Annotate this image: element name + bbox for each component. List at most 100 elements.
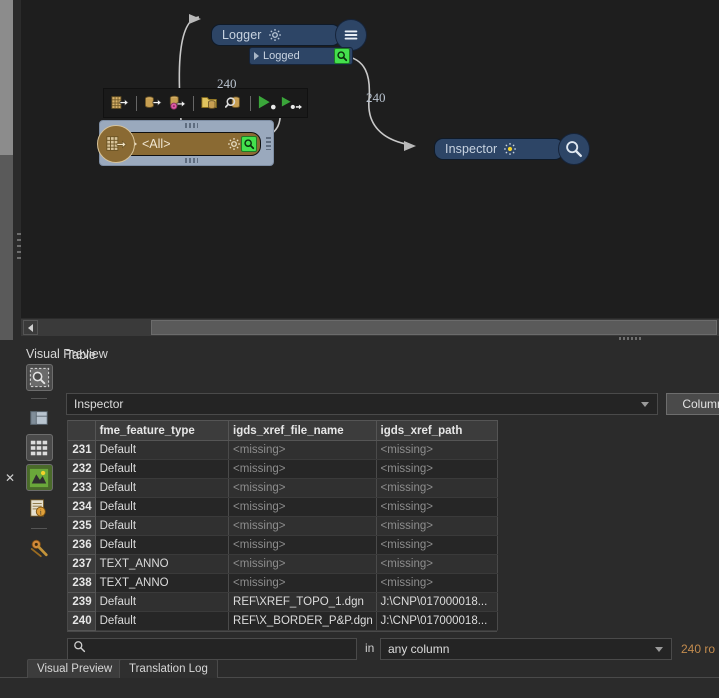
cell-igds-xref-path[interactable]: <missing> xyxy=(376,554,499,574)
table-column-header-1[interactable]: igds_xref_file_name xyxy=(228,420,377,441)
table-row[interactable]: 234 Default <missing> <missing> xyxy=(68,497,499,517)
row-number[interactable]: 236 xyxy=(68,535,96,555)
node-inspector-body[interactable]: Inspector xyxy=(434,138,564,160)
gear-icon[interactable] xyxy=(268,28,282,42)
graphics-view-icon[interactable] xyxy=(25,464,53,491)
selection-handle-right[interactable] xyxy=(266,137,271,150)
cell-igds-xref-path[interactable]: <missing> xyxy=(376,535,499,555)
canvas-horizontal-scrollbar[interactable] xyxy=(21,318,719,336)
cell-igds-xref-file-name[interactable]: <missing> xyxy=(228,554,377,574)
cell-fme-feature-type[interactable]: Default xyxy=(95,459,230,479)
cell-igds-xref-file-name[interactable]: REF\X_BORDER_P&P.dgn xyxy=(228,611,377,631)
cell-fme-feature-type[interactable]: Default xyxy=(95,535,230,555)
cell-igds-xref-path[interactable]: <missing> xyxy=(376,497,499,517)
node-selected-reader[interactable]: <All> xyxy=(97,120,274,166)
row-number[interactable]: 240 xyxy=(68,611,96,631)
bottom-tab-bar[interactable]: Visual Preview Translation Log xyxy=(0,659,719,678)
cell-igds-xref-file-name[interactable]: <missing> xyxy=(228,459,377,479)
database-transform-icon[interactable] xyxy=(166,92,188,114)
selection-handle-top[interactable] xyxy=(185,123,198,128)
node-logger[interactable]: Logger xyxy=(211,19,367,51)
inspect-toggle-icon[interactable] xyxy=(241,136,257,152)
table-row[interactable]: 239 Default REF\XREF_TOPO_1.dgn J:\CNP\0… xyxy=(68,592,499,612)
cell-igds-xref-file-name[interactable]: <missing> xyxy=(228,440,377,460)
cell-igds-xref-path[interactable]: <missing> xyxy=(376,516,499,536)
magnifier-icon[interactable] xyxy=(558,133,590,165)
cell-fme-feature-type[interactable]: TEXT_ANNO xyxy=(95,573,230,593)
table-row[interactable]: 232 Default <missing> <missing> xyxy=(68,459,499,479)
cell-igds-xref-path[interactable]: <missing> xyxy=(376,459,499,479)
cell-igds-xref-path[interactable]: J:\CNP\017000018... xyxy=(376,592,499,612)
layout-panels-icon[interactable] xyxy=(26,404,53,431)
visual-preview-toolbar-rail[interactable]: i xyxy=(24,364,54,564)
table-export-icon[interactable] xyxy=(109,92,131,114)
gear-icon[interactable] xyxy=(503,142,517,156)
row-number[interactable]: 238 xyxy=(68,573,96,593)
inspect-database-icon[interactable] xyxy=(223,92,245,114)
scroll-left-button[interactable] xyxy=(23,320,38,335)
canvas-floating-toolbar[interactable] xyxy=(103,88,308,118)
workspace-vertical-scrollbar-thumb[interactable] xyxy=(0,0,13,155)
close-icon[interactable]: ✕ xyxy=(3,471,17,485)
row-number[interactable]: 232 xyxy=(68,459,96,479)
table-row[interactable]: 235 Default <missing> <missing> xyxy=(68,516,499,536)
inspect-select-icon[interactable] xyxy=(25,364,53,391)
search-input[interactable] xyxy=(90,642,351,656)
table-row[interactable]: 237 TEXT_ANNO <missing> <missing> xyxy=(68,554,499,574)
row-number[interactable]: 231 xyxy=(68,440,96,460)
chevron-down-icon[interactable] xyxy=(655,646,663,652)
cell-igds-xref-path[interactable]: <missing> xyxy=(376,440,499,460)
cell-igds-xref-file-name[interactable]: REF\XREF_TOPO_1.dgn xyxy=(228,592,377,612)
search-box[interactable] xyxy=(67,638,357,660)
row-number[interactable]: 233 xyxy=(68,478,96,498)
gear-icon[interactable] xyxy=(227,137,241,151)
canvas-horizontal-scrollbar-thumb[interactable] xyxy=(151,320,717,335)
cell-fme-feature-type[interactable]: TEXT_ANNO xyxy=(95,554,230,574)
table-column-header-0[interactable]: fme_feature_type xyxy=(95,420,230,441)
table-row[interactable]: 231 Default <missing> <missing> xyxy=(68,440,499,460)
table-column-header-2[interactable]: igds_xref_path xyxy=(376,420,499,441)
columns-button[interactable]: Columns xyxy=(666,393,719,415)
row-number[interactable]: 235 xyxy=(68,516,96,536)
column-filter-select[interactable]: any column xyxy=(380,638,672,660)
run-to-this-icon[interactable] xyxy=(280,92,302,114)
cell-igds-xref-path[interactable]: <missing> xyxy=(376,573,499,593)
node-inspector[interactable]: Inspector xyxy=(434,133,590,165)
cell-igds-xref-file-name[interactable]: <missing> xyxy=(228,516,377,536)
cell-fme-feature-type[interactable]: Default xyxy=(95,497,230,517)
table-grid-icon[interactable] xyxy=(25,434,53,461)
cell-fme-feature-type[interactable]: Default xyxy=(95,592,230,612)
chevron-down-icon[interactable] xyxy=(641,401,649,407)
node-logger-port-logged[interactable]: Logged xyxy=(249,47,353,65)
cell-igds-xref-path[interactable]: <missing> xyxy=(376,478,499,498)
folder-database-icon[interactable] xyxy=(199,92,221,114)
run-icon[interactable] xyxy=(256,92,278,114)
cell-igds-xref-path[interactable]: J:\CNP\017000018... xyxy=(376,611,499,631)
table-row[interactable]: 240 Default REF\X_BORDER_P&P.dgn J:\CNP\… xyxy=(68,611,499,631)
cell-fme-feature-type[interactable]: Default xyxy=(95,478,230,498)
cell-igds-xref-file-name[interactable]: <missing> xyxy=(228,497,377,517)
row-number[interactable]: 237 xyxy=(68,554,96,574)
cell-fme-feature-type[interactable]: Default xyxy=(95,440,230,460)
cell-fme-feature-type[interactable]: Default xyxy=(95,516,230,536)
feature-info-icon[interactable]: i xyxy=(26,494,53,521)
table-row[interactable]: 238 TEXT_ANNO <missing> <missing> xyxy=(68,573,499,593)
tools-icon[interactable] xyxy=(26,534,53,561)
cell-fme-feature-type[interactable]: Default xyxy=(95,611,230,631)
source-select[interactable]: Inspector xyxy=(66,393,658,415)
workspace-vertical-scrollbar[interactable] xyxy=(0,0,13,340)
cell-igds-xref-file-name[interactable]: <missing> xyxy=(228,573,377,593)
database-export-icon[interactable] xyxy=(142,92,164,114)
row-number[interactable]: 234 xyxy=(68,497,96,517)
inspect-toggle-icon[interactable] xyxy=(334,48,350,64)
table-row[interactable]: 236 Default <missing> <missing> xyxy=(68,535,499,555)
table-corner-header[interactable] xyxy=(68,420,96,441)
table-row[interactable]: 233 Default <missing> <missing> xyxy=(68,478,499,498)
node-logger-body[interactable]: Logger xyxy=(211,24,341,46)
cell-igds-xref-file-name[interactable]: <missing> xyxy=(228,478,377,498)
workspace-canvas[interactable]: 240 240 Logger Logged Inspector <All> xyxy=(21,0,719,318)
tab-translation-log[interactable]: Translation Log xyxy=(119,659,218,678)
cell-igds-xref-file-name[interactable]: <missing> xyxy=(228,535,377,555)
selection-handle-bottom[interactable] xyxy=(185,158,198,163)
row-number[interactable]: 239 xyxy=(68,592,96,612)
